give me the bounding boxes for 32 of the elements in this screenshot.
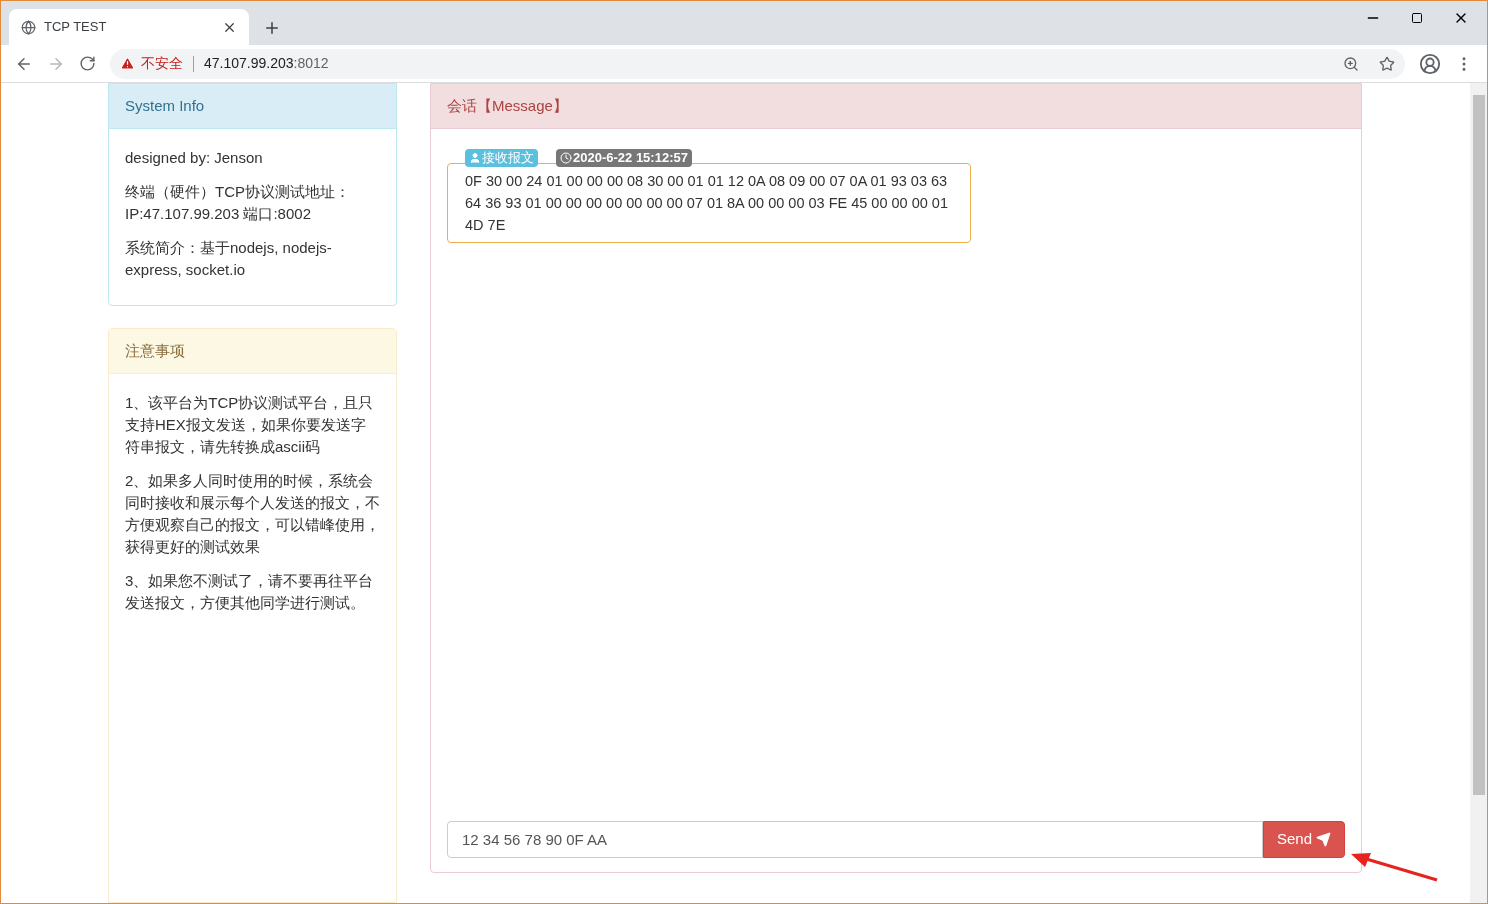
globe-icon: [21, 19, 36, 35]
note-text: 1、该平台为TCP协议测试平台，且只支持HEX报文发送，如果你要发送字符串报文，请先转换成ascii码: [125, 393, 375, 457]
url-port: :8012: [293, 54, 329, 73]
tab-title: TCP TEST: [44, 18, 108, 37]
info-text: designed by: Jenson: [125, 148, 264, 168]
tag-label: 接收报文: [482, 149, 534, 168]
url-host: 47.107.99.203: [204, 54, 294, 73]
info-text: 终端（硬件）TCP协议测试地址：IP:47.107.99.203 端口:8002: [125, 182, 351, 224]
maximize-icon[interactable]: [1411, 12, 1423, 24]
security-label: 不安全: [141, 54, 183, 73]
user-icon: [469, 152, 481, 164]
reload-icon[interactable]: [79, 55, 96, 72]
profile-icon[interactable]: [1419, 52, 1441, 75]
new-tab-icon[interactable]: [263, 19, 281, 37]
scrollbar[interactable]: [1470, 83, 1487, 903]
panel-title: 会话【Message】: [447, 95, 568, 116]
browser-tab[interactable]: TCP TEST: [9, 9, 249, 45]
bookmark-star-icon[interactable]: [1379, 55, 1395, 72]
note-text: 2、如果多人同时使用的时候，系统会同时接收和展示每个人发送的报文，不方便观察自己的报文，可以错峰使用，获得更好的测试效果: [125, 471, 380, 557]
message-input[interactable]: 12 34 56 78 90 0F AA: [447, 821, 1263, 858]
info-text: 系统简介：基于nodejs, nodejs-express, socket.io: [125, 238, 333, 280]
address-bar[interactable]: 不安全 47.107.99.203:8012: [110, 48, 1405, 79]
time-label: 2020-6-22 15:12:57: [573, 149, 688, 168]
message-body: 0F 30 00 24 01 00 00 00 08 30 00 01 01 12 0A 08 09 00 07 0A 01 93 03 63 64 36 93 01 00 00 00 00 00 00 00 07 01 8A 00 00 00 03 FE 45 00 00 00 01 4D 7E: [465, 172, 949, 235]
note-text: 3、如果您不测试了，请不要再往平台发送报文，方便其他同学进行测试。: [125, 571, 375, 613]
card-title: 注意事项: [125, 340, 185, 361]
send-button[interactable]: Send: [1262, 821, 1345, 858]
warning-icon: [120, 56, 135, 71]
zoom-icon[interactable]: [1343, 55, 1359, 72]
paper-plane-icon: [1316, 832, 1331, 847]
card-title: System Info: [125, 95, 205, 116]
clock-icon: [560, 152, 572, 164]
